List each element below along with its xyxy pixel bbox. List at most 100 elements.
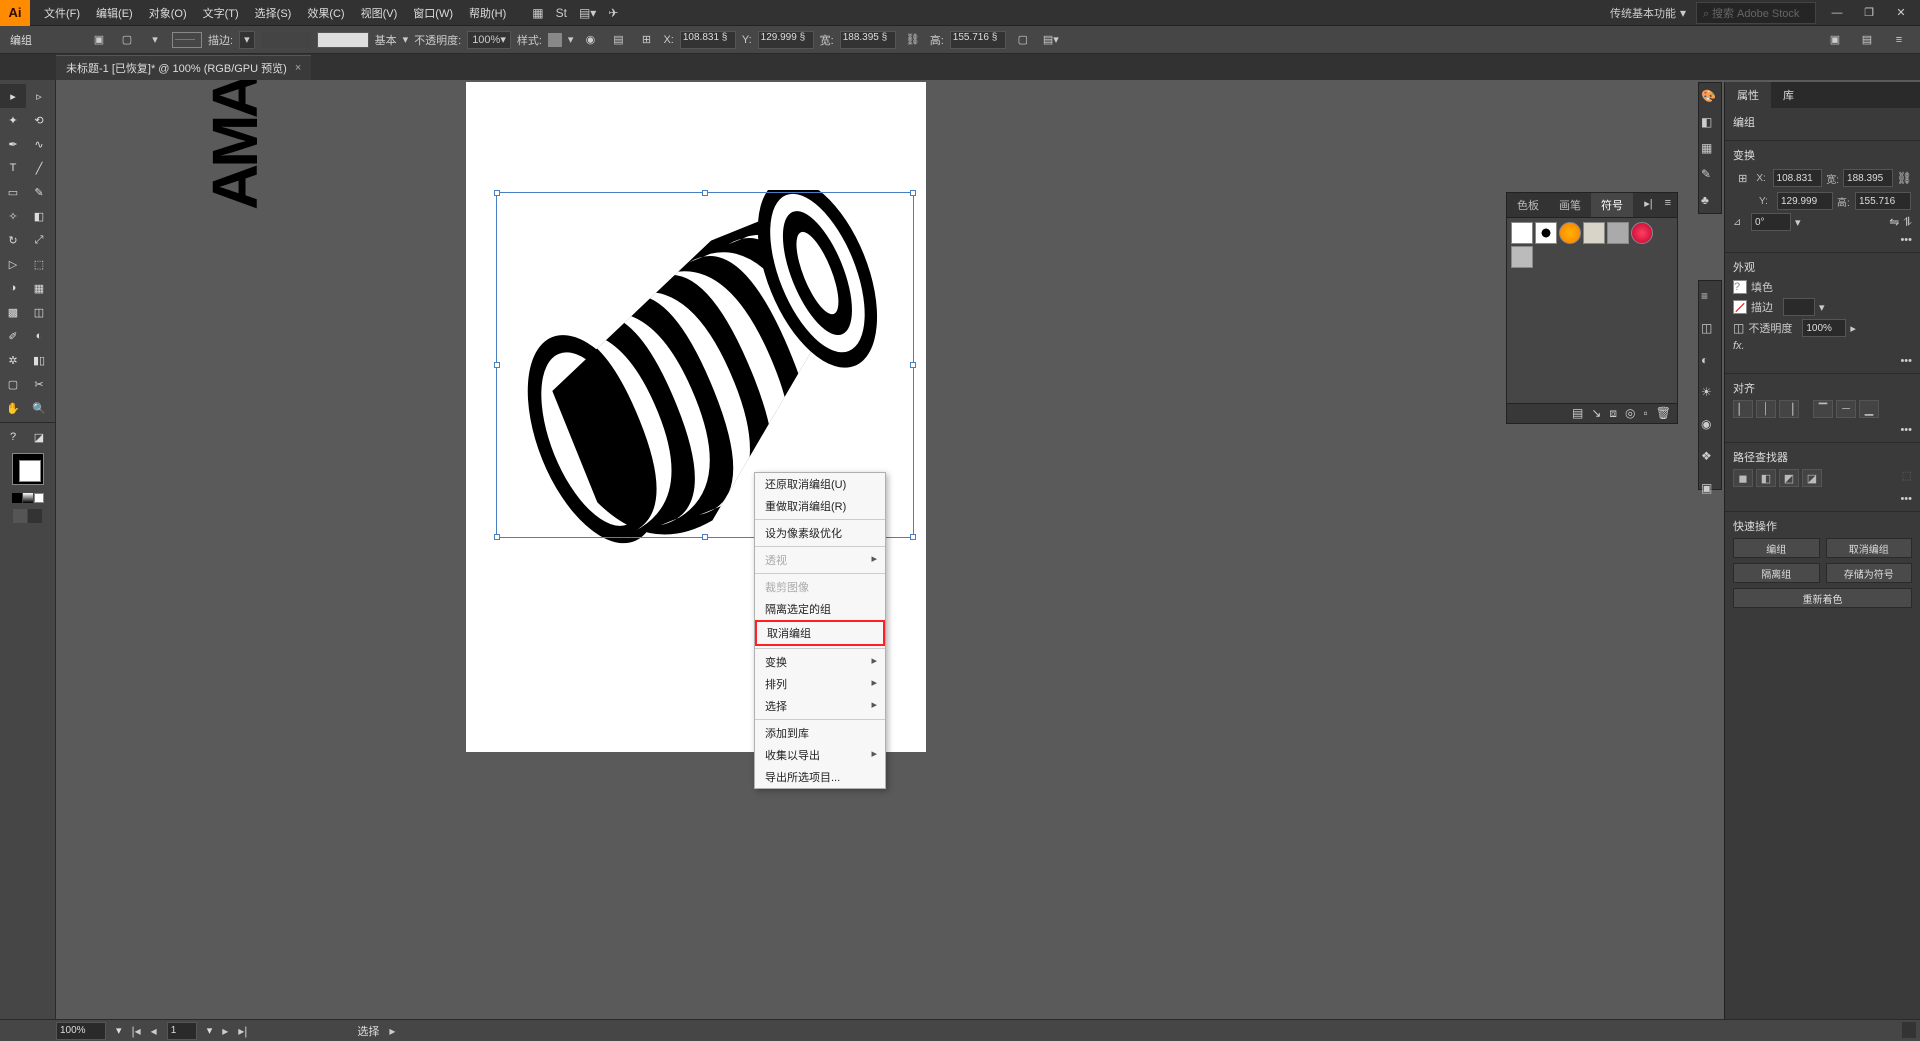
recolor-icon[interactable]: ▾	[144, 29, 166, 51]
tab-brushes[interactable]: 画笔	[1549, 193, 1591, 217]
slice-tool[interactable]: ✂	[26, 372, 52, 396]
symbols-panel[interactable]: 色板 画笔 符号 ▸| ≡ ▤ ↘ ⧈ ◎ ▫ 🗑	[1506, 192, 1678, 424]
symbol-item[interactable]	[1559, 222, 1581, 244]
ctx-export-selection[interactable]: 导出所选项目...	[755, 766, 885, 788]
last-artboard-icon[interactable]: ▸|	[238, 1024, 247, 1038]
artboard-tool[interactable]: ▢	[0, 372, 26, 396]
align-hcenter[interactable]: │	[1756, 400, 1776, 418]
shape-builder-tool[interactable]: ◑	[0, 276, 26, 300]
symbol-sprayer-tool[interactable]: ✲	[0, 348, 26, 372]
line-tool[interactable]: ╱	[26, 156, 52, 180]
shaper-tool[interactable]: ✧	[0, 204, 26, 228]
selection-tool[interactable]: ▸	[0, 84, 26, 108]
new-symbol-icon[interactable]: ▫	[1644, 406, 1648, 421]
symbol-item[interactable]	[1583, 222, 1605, 244]
color-guide-icon[interactable]: ◧	[1701, 115, 1719, 129]
menu-view[interactable]: 视图(V)	[353, 1, 406, 25]
ctx-pixel-perfect[interactable]: 设为像素级优化	[755, 522, 885, 544]
delete-symbol-icon[interactable]: 🗑	[1656, 406, 1671, 421]
symbol-library-icon[interactable]: ▤	[1572, 406, 1583, 421]
tab-properties[interactable]: 属性	[1725, 82, 1771, 108]
break-link-icon[interactable]: ⧈	[1609, 406, 1617, 421]
edit-contents-icon[interactable]: ▤	[1856, 29, 1878, 51]
w-field[interactable]: 188.395 §	[840, 31, 896, 49]
graph-tool[interactable]: ▮▯	[26, 348, 52, 372]
symbol-item[interactable]	[1607, 222, 1629, 244]
canvas[interactable]: AMAZING	[56, 80, 1920, 1019]
more-options-icon[interactable]: •••	[1900, 234, 1912, 246]
paintbrush-tool[interactable]: ✎	[26, 180, 52, 204]
bridge-icon[interactable]: ▦	[532, 6, 543, 20]
menu-effect[interactable]: 效果(C)	[299, 1, 352, 25]
tab-swatches[interactable]: 色板	[1507, 193, 1549, 217]
arrange-icon[interactable]: ▤▾	[579, 6, 596, 20]
menu-file[interactable]: 文件(F)	[36, 1, 88, 25]
flip-v-icon[interactable]: ⥮	[1903, 215, 1912, 230]
screen-mode-normal[interactable]	[13, 509, 27, 523]
eraser-tool[interactable]: ◧	[26, 204, 52, 228]
place-symbol-icon[interactable]: ↘	[1591, 406, 1601, 421]
rotate-tool[interactable]: ↻	[0, 228, 26, 252]
symbols-panel-icon[interactable]: ♣	[1701, 193, 1719, 207]
pf-intersect[interactable]: ◩	[1779, 469, 1799, 487]
workspace-selector[interactable]: 传统基本功能 ▾	[1610, 5, 1686, 21]
zoom-tool[interactable]: 🔍	[26, 396, 52, 420]
next-artboard-icon[interactable]: ▸	[222, 1024, 228, 1038]
pen-tool[interactable]: ✒	[0, 132, 26, 156]
minimize-button[interactable]: —	[1826, 5, 1848, 21]
menu-select[interactable]: 选择(S)	[247, 1, 300, 25]
document-tab[interactable]: 未标题-1 [已恢复]* @ 100% (RGB/GPU 预览) ×	[56, 55, 311, 80]
panel-menu-icon[interactable]: ≡	[1888, 29, 1910, 51]
ctx-select[interactable]: 选择▸	[755, 695, 885, 717]
asset-export-icon[interactable]: ▣	[1701, 481, 1719, 495]
curvature-tool[interactable]: ∿	[26, 132, 52, 156]
symbol-item[interactable]	[1511, 246, 1533, 268]
ctx-transform[interactable]: 变换▸	[755, 651, 885, 673]
qa-isolate[interactable]: 隔离组	[1733, 563, 1820, 583]
hand-tool[interactable]: ✋	[0, 396, 26, 420]
magic-wand-tool[interactable]: ✦	[0, 108, 26, 132]
menu-object[interactable]: 对象(O)	[141, 1, 195, 25]
tab-libraries[interactable]: 库	[1771, 82, 1806, 108]
shape-icon[interactable]: ▢	[1012, 29, 1034, 51]
align-top[interactable]: ▔	[1813, 400, 1833, 418]
prev-artboard-icon[interactable]: ◂	[151, 1024, 157, 1038]
y-field[interactable]: 129.999 §	[758, 31, 814, 49]
zoom-level[interactable]: 100%	[56, 1022, 106, 1040]
isolate-icon[interactable]: ▣	[1824, 29, 1846, 51]
stroke-width-field[interactable]	[1783, 298, 1815, 316]
stroke-panel-icon[interactable]: ≡	[1701, 289, 1719, 303]
prop-angle-field[interactable]: 0°	[1751, 213, 1791, 231]
first-artboard-icon[interactable]: |◂	[132, 1024, 141, 1038]
ctx-arrange[interactable]: 排列▸	[755, 673, 885, 695]
stroke-preview[interactable]	[172, 32, 202, 48]
ctx-redo-ungroup[interactable]: 重做取消编组(R)	[755, 495, 885, 517]
prop-x-field[interactable]: 108.831	[1773, 169, 1823, 187]
panel-menu-icon[interactable]: ≡	[1659, 193, 1677, 217]
rectangle-tool[interactable]: ▭	[0, 180, 26, 204]
symbol-item[interactable]	[1535, 222, 1557, 244]
pf-exclude[interactable]: ◪	[1802, 469, 1822, 487]
stroke-width-select[interactable]: ▾	[239, 31, 255, 49]
link-wh-icon[interactable]: ⛓	[1897, 171, 1912, 185]
recolor-art-icon[interactable]: ◉	[579, 29, 601, 51]
panel-collapse-icon[interactable]: ▸|	[1638, 193, 1658, 217]
brushes-panel-icon[interactable]: ✎	[1701, 167, 1719, 181]
width-tool[interactable]: ▷	[0, 252, 26, 276]
gpu-icon[interactable]: ✈	[608, 6, 618, 20]
ctx-ungroup[interactable]: 取消编组	[755, 620, 885, 646]
none-mode-swatch[interactable]	[34, 493, 44, 503]
ctx-collect-export[interactable]: 收集以导出▸	[755, 744, 885, 766]
opacity-field[interactable]: 100%▾	[467, 31, 511, 49]
layers-panel-icon[interactable]: ❖	[1701, 449, 1719, 463]
variable-width-profile[interactable]	[261, 32, 311, 48]
menu-type[interactable]: 文字(T)	[195, 1, 247, 25]
qa-ungroup[interactable]: 取消编组	[1826, 538, 1913, 558]
free-transform-tool[interactable]: ⬚	[26, 252, 52, 276]
scale-tool[interactable]: ⤢	[26, 228, 52, 252]
screen-mode-full[interactable]	[28, 509, 42, 523]
prop-w-field[interactable]: 188.395	[1843, 169, 1893, 187]
graphic-styles-icon[interactable]: ◉	[1701, 417, 1719, 431]
style-swatch[interactable]	[548, 33, 562, 47]
symbol-item[interactable]	[1511, 222, 1533, 244]
